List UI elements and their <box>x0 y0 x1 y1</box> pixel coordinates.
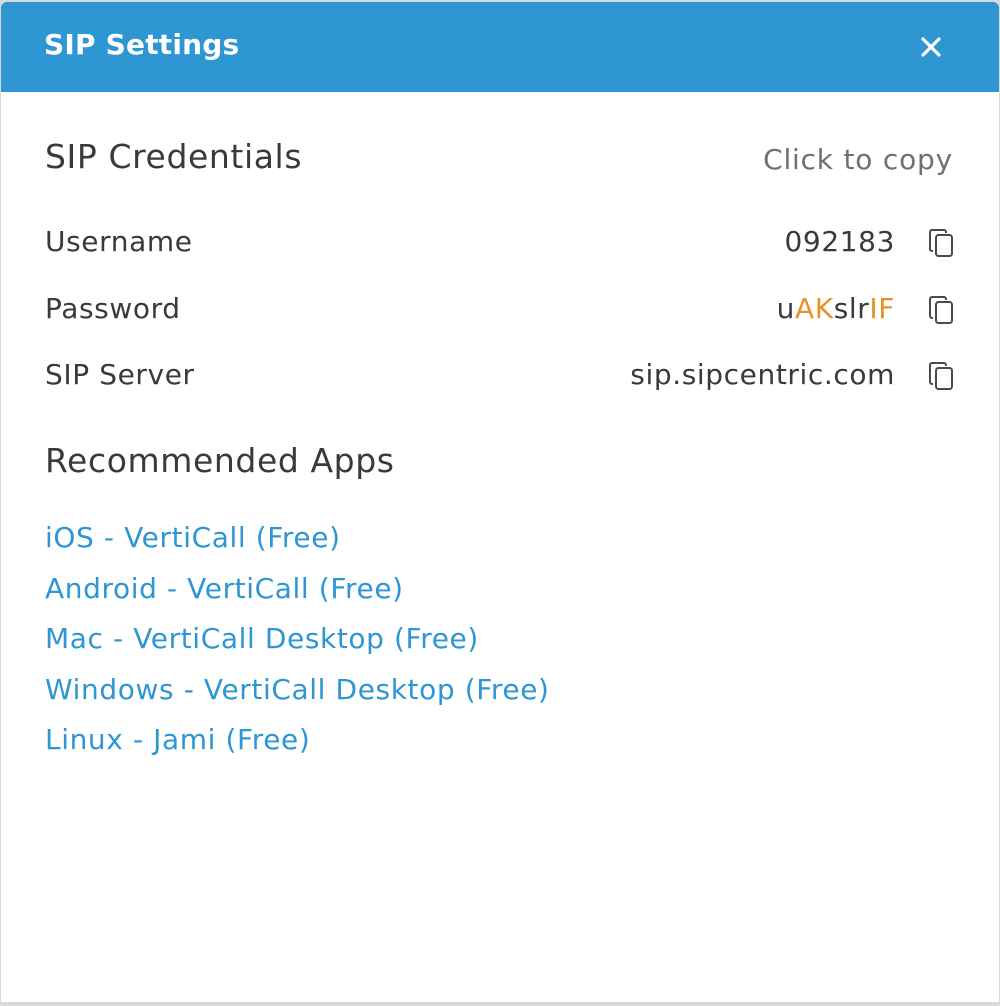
app-link-android[interactable]: Android - VertiCall (Free) <box>45 572 404 605</box>
modal-title: SIP Settings <box>44 28 240 61</box>
app-link-windows[interactable]: Windows - VertiCall Desktop (Free) <box>45 673 550 706</box>
sip-server-value[interactable]: sip.sipcentric.com <box>630 358 895 391</box>
password-char: F <box>878 292 895 325</box>
app-link-mac[interactable]: Mac - VertiCall Desktop (Free) <box>45 622 479 655</box>
password-char: A <box>794 292 815 325</box>
credential-row-username: Username 092183 <box>45 225 955 265</box>
password-char: s <box>833 292 849 325</box>
sip-settings-modal: SIP Settings SIP Credentials Click to co… <box>1 2 999 1002</box>
password-value[interactable]: uAKslrIF <box>777 292 895 325</box>
credential-row-password: Password uAKslrIF <box>45 292 955 332</box>
close-button[interactable] <box>913 29 949 65</box>
password-label: Password <box>45 292 181 325</box>
password-char: u <box>776 292 795 325</box>
modal-header: SIP Settings <box>1 2 999 92</box>
app-link-ios[interactable]: iOS - VertiCall (Free) <box>45 521 341 554</box>
username-value[interactable]: 092183 <box>785 225 896 258</box>
recommended-apps-title: Recommended Apps <box>45 441 395 480</box>
password-char: I <box>869 292 879 325</box>
username-label: Username <box>45 225 193 258</box>
app-link-linux[interactable]: Linux - Jami (Free) <box>45 723 310 756</box>
click-to-copy-hint: Click to copy <box>763 143 953 176</box>
copy-icon[interactable] <box>927 294 955 326</box>
copy-icon[interactable] <box>927 227 955 259</box>
close-icon <box>921 37 941 57</box>
credential-row-sip-server: SIP Server sip.sipcentric.com <box>45 358 955 398</box>
sip-server-label: SIP Server <box>45 358 195 391</box>
password-char: K <box>814 292 834 325</box>
sip-credentials-title: SIP Credentials <box>45 137 303 176</box>
copy-icon[interactable] <box>927 360 955 392</box>
password-char: r <box>857 292 870 325</box>
